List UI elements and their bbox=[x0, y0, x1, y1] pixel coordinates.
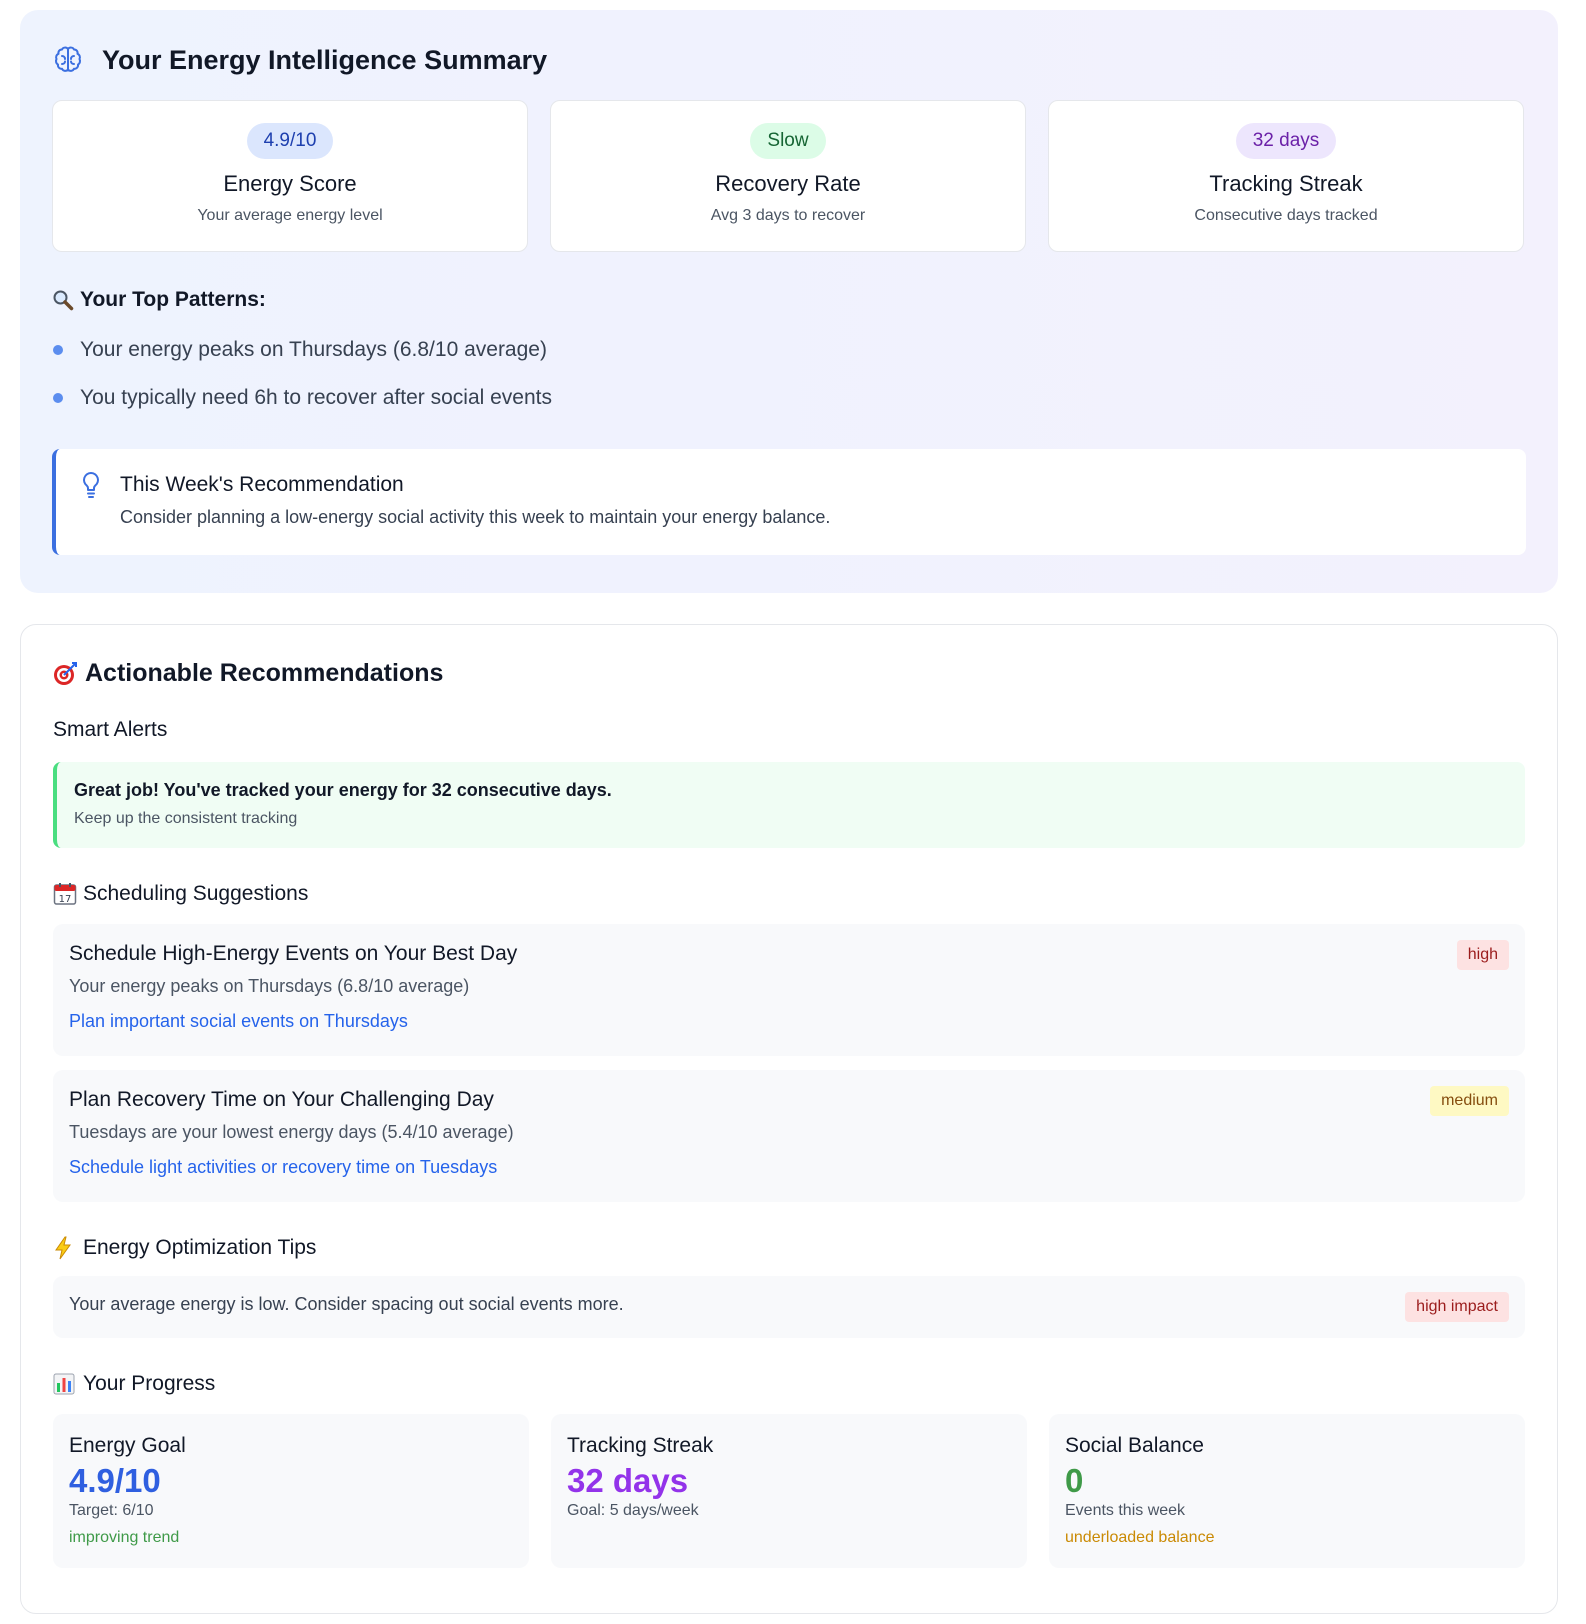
weekly-recommendation: This Week's Recommendation Consider plan… bbox=[52, 449, 1526, 555]
suggestion-description: Your energy peaks on Thursdays (6.8/10 a… bbox=[69, 976, 470, 996]
lightbulb-icon bbox=[80, 471, 104, 555]
your-progress-title: Your Progress bbox=[83, 1372, 216, 1395]
calendar-icon: 17 bbox=[53, 882, 81, 906]
bar-chart-icon bbox=[53, 1373, 81, 1395]
social-balance-value: 0 bbox=[1065, 1462, 1084, 1499]
suggestion-card: Plan Recovery Time on Your Challenging D… bbox=[53, 1070, 1525, 1202]
tracking-streak-pill: 32 days bbox=[1235, 123, 1337, 159]
pattern-text: Your energy peaks on Thursdays (6.8/10 a… bbox=[80, 338, 547, 361]
pattern-list: Your energy peaks on Thursdays (6.8/10 a… bbox=[52, 326, 1526, 422]
priority-badge: high bbox=[1456, 940, 1509, 970]
summary-header: Your Energy Intelligence Summary bbox=[52, 40, 1526, 80]
summary-title: Your Energy Intelligence Summary bbox=[102, 44, 548, 75]
energy-tips-heading: Energy Optimization Tips bbox=[53, 1236, 1525, 1260]
energy-goal-value: 4.9/10 bbox=[69, 1462, 161, 1499]
energy-goal-card: Energy Goal 4.9/10 Target: 6/10 improvin… bbox=[53, 1414, 529, 1568]
priority-badge: medium bbox=[1430, 1086, 1509, 1116]
magnifier-icon bbox=[52, 289, 76, 311]
pattern-text: You typically need 6h to recover after s… bbox=[80, 386, 552, 409]
energy-score-label: Energy Score bbox=[223, 171, 357, 196]
actionable-recommendations-heading: Actionable Recommendations bbox=[53, 659, 1525, 688]
actionable-recommendations-card: Actionable Recommendations Smart Alerts … bbox=[20, 624, 1558, 1614]
lightning-icon bbox=[53, 1236, 81, 1260]
alert-title: Great job! You've tracked your energy fo… bbox=[74, 780, 612, 800]
recovery-rate-pill: Slow bbox=[750, 123, 826, 159]
pattern-item: Your energy peaks on Thursdays (6.8/10 a… bbox=[52, 326, 1526, 374]
tip-card: Your average energy is low. Consider spa… bbox=[53, 1276, 1525, 1338]
energy-summary-card: Your Energy Intelligence Summary 4.9/10 … bbox=[20, 10, 1558, 593]
energy-goal-label: Energy Goal bbox=[69, 1434, 186, 1457]
social-balance-sub: Events this week bbox=[1065, 1502, 1186, 1519]
tracking-streak-progress-value: 32 days bbox=[567, 1462, 689, 1499]
bullet-dot bbox=[53, 345, 63, 355]
actionable-recommendations-title: Actionable Recommendations bbox=[85, 659, 444, 687]
energy-score-pill: 4.9/10 bbox=[246, 123, 334, 159]
suggestion-action-link[interactable]: Plan important social events on Thursday… bbox=[69, 1011, 1509, 1032]
social-balance-trend: underloaded balance bbox=[1065, 1529, 1215, 1546]
energy-score-sub: Your average energy level bbox=[197, 207, 383, 224]
recommendation-title: This Week's Recommendation bbox=[120, 473, 404, 496]
tracking-streak-progress-card: Tracking Streak 32 days Goal: 5 days/wee… bbox=[551, 1414, 1027, 1568]
alert-sub: Keep up the consistent tracking bbox=[74, 810, 298, 827]
tracking-streak-label: Tracking Streak bbox=[1209, 171, 1363, 196]
suggestion-description: Tuesdays are your lowest energy days (5.… bbox=[69, 1122, 514, 1142]
metric-row: 4.9/10 Energy Score Your average energy … bbox=[52, 100, 1526, 252]
tracking-streak-card: 32 days Tracking Streak Consecutive days… bbox=[1048, 100, 1524, 252]
recommendation-text: Consider planning a low-energy social ac… bbox=[120, 507, 831, 527]
social-balance-card: Social Balance 0 Events this week underl… bbox=[1049, 1414, 1525, 1568]
smart-alerts-title: Smart Alerts bbox=[53, 718, 168, 741]
tracking-streak-goal: Goal: 5 days/week bbox=[567, 1502, 699, 1519]
social-balance-label: Social Balance bbox=[1065, 1434, 1204, 1457]
target-icon bbox=[53, 661, 83, 687]
impact-badge: high impact bbox=[1405, 1292, 1509, 1322]
energy-score-card: 4.9/10 Energy Score Your average energy … bbox=[52, 100, 528, 252]
streak-alert: Great job! You've tracked your energy fo… bbox=[53, 762, 1525, 848]
svg-text:17: 17 bbox=[59, 894, 72, 905]
recovery-rate-card: Slow Recovery Rate Avg 3 days to recover bbox=[550, 100, 1026, 252]
tracking-streak-progress-label: Tracking Streak bbox=[567, 1434, 714, 1457]
suggestion-title: Plan Recovery Time on Your Challenging D… bbox=[69, 1088, 494, 1111]
recovery-rate-label: Recovery Rate bbox=[715, 171, 861, 196]
scheduling-suggestions-title: Scheduling Suggestions bbox=[83, 882, 309, 905]
energy-tips-title: Energy Optimization Tips bbox=[83, 1236, 317, 1259]
top-patterns-title: Your Top Patterns: bbox=[80, 288, 266, 311]
progress-row: Energy Goal 4.9/10 Target: 6/10 improvin… bbox=[53, 1414, 1525, 1568]
suggestion-card: Schedule High-Energy Events on Your Best… bbox=[53, 924, 1525, 1056]
suggestion-action-link[interactable]: Schedule light activities or recovery ti… bbox=[69, 1157, 1509, 1178]
energy-goal-trend: improving trend bbox=[69, 1529, 180, 1546]
your-progress-heading: Your Progress bbox=[53, 1372, 1525, 1396]
brain-icon bbox=[52, 43, 86, 77]
pattern-item: You typically need 6h to recover after s… bbox=[52, 374, 1526, 422]
bullet-dot bbox=[53, 393, 63, 403]
energy-goal-target: Target: 6/10 bbox=[69, 1502, 154, 1519]
tracking-streak-sub: Consecutive days tracked bbox=[1194, 207, 1378, 224]
suggestion-title: Schedule High-Energy Events on Your Best… bbox=[69, 942, 518, 965]
top-patterns-heading: Your Top Patterns: bbox=[52, 288, 1526, 312]
recovery-rate-sub: Avg 3 days to recover bbox=[710, 207, 866, 224]
tip-text: Your average energy is low. Consider spa… bbox=[69, 1294, 624, 1314]
scheduling-suggestions-heading: 17 Scheduling Suggestions bbox=[53, 882, 1525, 906]
